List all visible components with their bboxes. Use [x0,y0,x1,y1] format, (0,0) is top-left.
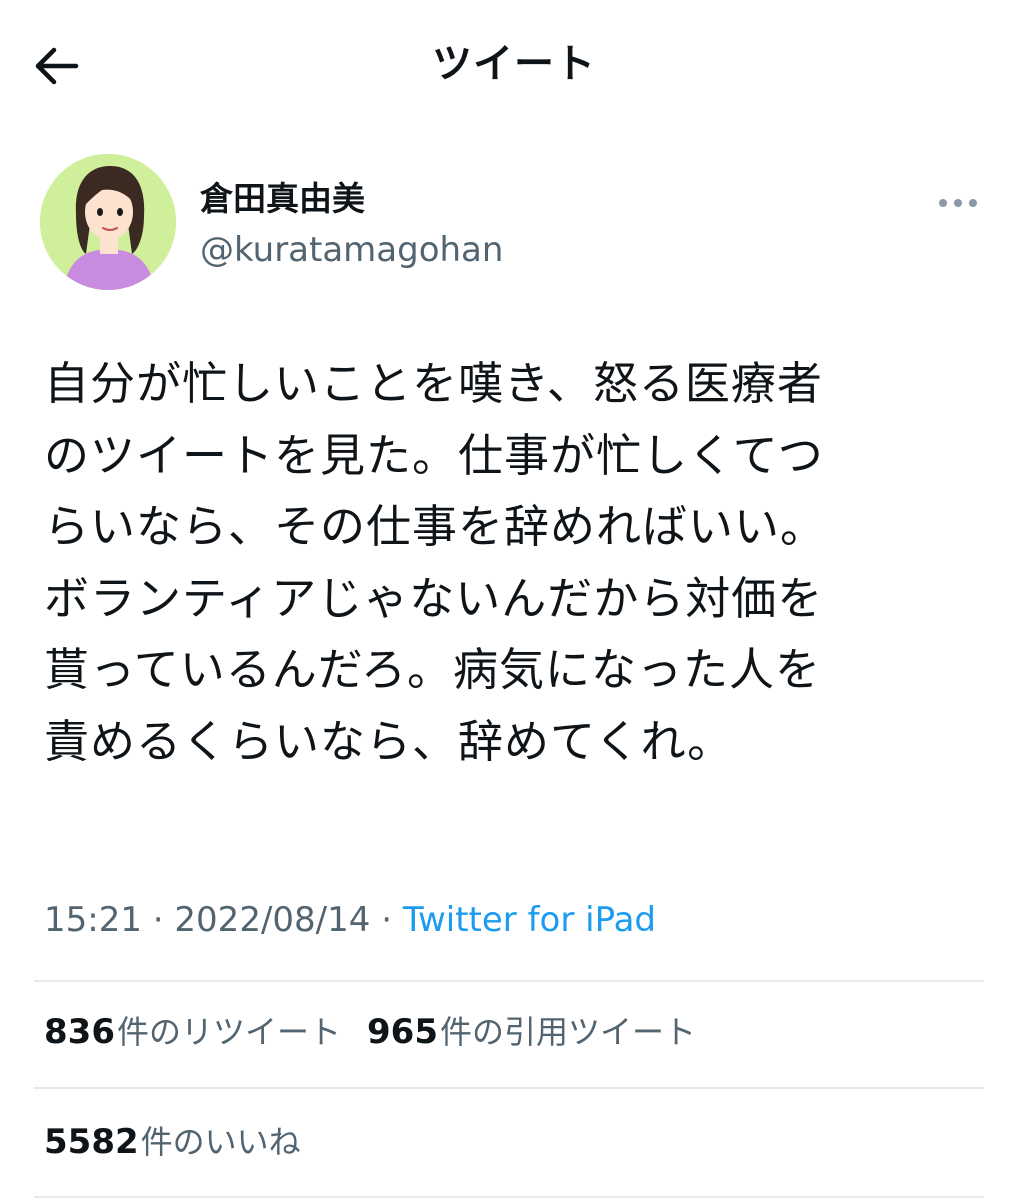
tweet-text-line: らいなら、その仕事を辞めればいい。 [44,500,827,553]
tweet-source-link[interactable]: Twitter for iPad [403,900,656,940]
top-bar: ツイート [0,0,1028,130]
retweets-count: 836 [44,1012,115,1052]
tweet-text-line: 自分が忙しいことを嘆き、怒る医療者 [44,357,823,410]
tweet-time[interactable]: 15:21 [44,900,142,940]
divider [34,1087,984,1089]
stats-row-likes: 5582件のいいね [44,1118,301,1166]
tweet-metadata: 15:21 · 2022/08/14 · Twitter for iPad [44,894,656,946]
tweet-date[interactable]: 2022/08/14 [174,900,370,940]
tweet-text: 自分が忙しいことを嘆き、怒る医療者 のツイートを見た。仕事が忙しくてつ らいなら… [44,348,984,777]
divider [34,1196,984,1198]
meta-separator: · [152,900,164,940]
user-handle[interactable]: @kuratamagohan [200,228,503,272]
more-options-button[interactable] [932,188,984,218]
tweet-text-line: 責めるくらいなら、辞めてくれ。 [44,714,734,768]
likes-count: 5582 [44,1122,139,1162]
page-title: ツイート [432,41,596,87]
quote-tweets-stat[interactable]: 965件の引用ツイート [367,1008,696,1056]
avatar-illustration [40,154,176,290]
stats-row-shares: 836件のリツイート 965件の引用ツイート [44,1008,696,1056]
tweet-text-line: 貰っているんだろ。病気になった人を [44,643,822,696]
more-horizontal-icon [939,199,977,207]
tweet-text-line: のツイートを見た。仕事が忙しくてつ [44,428,824,482]
display-name[interactable]: 倉田真由美 [200,178,365,220]
likes-stat[interactable]: 5582件のいいね [44,1118,301,1166]
quote-tweets-count: 965 [367,1012,438,1052]
retweets-stat[interactable]: 836件のリツイート [44,1008,341,1056]
tweet-text-line: ボランティアじゃないんだから対価を [44,571,824,625]
divider [34,980,984,982]
likes-label: 件のいいね [140,1123,301,1161]
tweet-author: 倉田真由美 @kuratamagohan [40,154,990,294]
avatar[interactable] [40,154,176,290]
retweets-label: 件のリツイート [116,1013,341,1051]
quote-tweets-label: 件の引用ツイート [439,1013,696,1051]
meta-separator: · [381,900,393,940]
